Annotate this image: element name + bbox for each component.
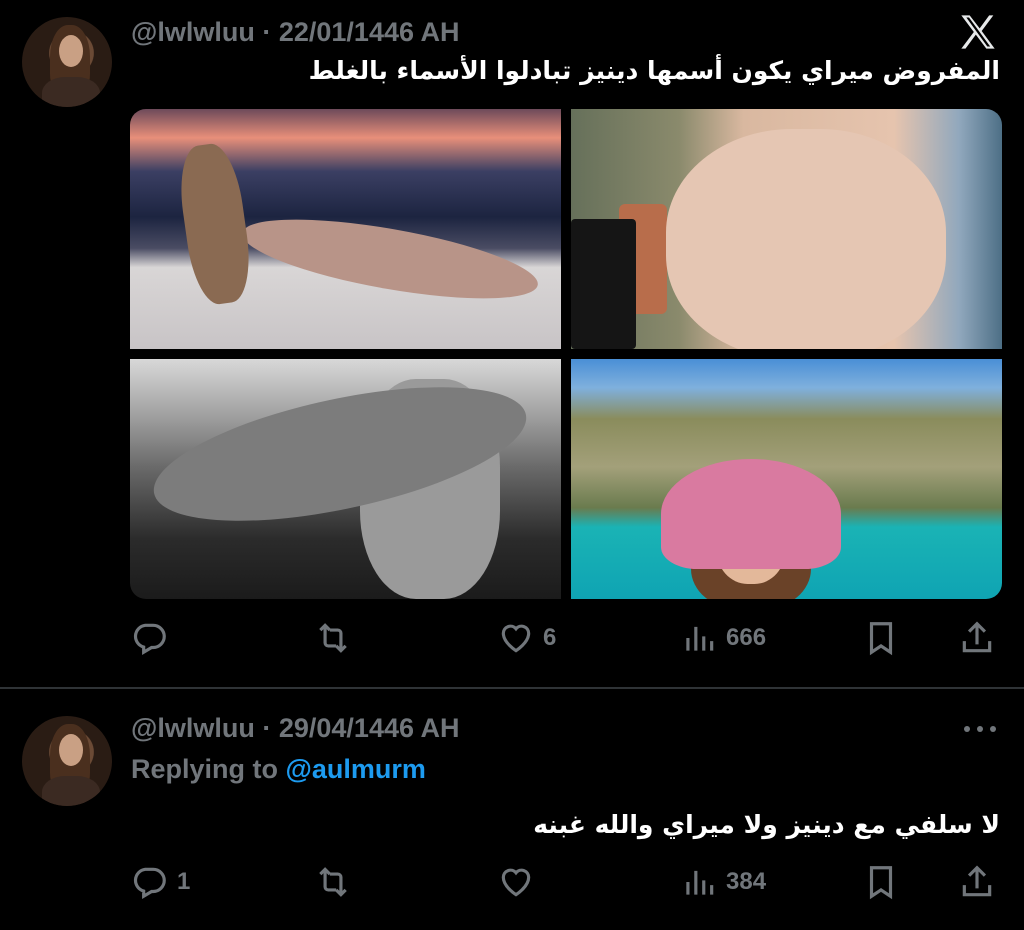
tweet-date[interactable]: 22/01/1446 AH [279, 17, 460, 47]
avatar[interactable] [22, 17, 112, 107]
views-count: 666 [726, 624, 767, 651]
separator-dot: · [262, 713, 272, 743]
views-button[interactable]: 384 [680, 858, 766, 906]
mention-link[interactable]: @aulmurm [286, 754, 426, 784]
reply-count: 1 [177, 868, 191, 895]
retweet-icon [319, 623, 347, 653]
views-icon [686, 870, 714, 895]
bookmark-button[interactable] [862, 858, 900, 906]
share-icon [962, 865, 992, 897]
avatar[interactable] [22, 716, 112, 806]
media-photo[interactable] [130, 109, 561, 349]
bookmark-icon [869, 622, 893, 656]
retweet-button[interactable] [314, 858, 360, 906]
bookmark-icon [869, 866, 893, 900]
share-icon [962, 621, 992, 653]
share-button[interactable] [958, 614, 996, 662]
reply-button[interactable] [131, 614, 177, 662]
tweet-text: المفروض ميراي يكون أسمها دينيز تبادلوا ا… [308, 56, 1000, 85]
share-button[interactable] [958, 858, 996, 906]
tweet-actions: 6 666 [0, 614, 1024, 662]
replying-to: Replying to @aulmurm [131, 754, 426, 785]
media-photo[interactable] [130, 359, 561, 599]
tweet-media-grid[interactable] [130, 109, 1002, 599]
tweet-date[interactable]: 29/04/1446 AH [279, 713, 460, 743]
tweet-text: لا سلفي مع دينيز ولا ميراي والله غبنه [533, 810, 1000, 839]
user-handle[interactable]: @lwlwluu [131, 713, 255, 743]
reply-icon [133, 867, 166, 900]
x-logo-icon [961, 15, 995, 49]
views-button[interactable]: 666 [680, 614, 766, 662]
retweet-button[interactable] [314, 614, 360, 662]
more-icon[interactable] [962, 724, 998, 734]
tweet[interactable]: @lwlwluu · 22/01/1446 AH المفروض ميراي ي… [0, 0, 1024, 688]
media-photo[interactable] [571, 359, 1002, 599]
reply-button[interactable]: 1 [131, 858, 190, 906]
separator-dot: · [262, 17, 272, 47]
views-count: 384 [726, 868, 767, 895]
divider [0, 687, 1024, 689]
retweet-icon [319, 867, 347, 897]
replying-prefix: Replying to [131, 754, 278, 784]
tweet-header: @lwlwluu · 22/01/1446 AH [131, 17, 460, 48]
bookmark-button[interactable] [862, 614, 900, 662]
heart-icon [501, 624, 531, 653]
heart-icon [501, 868, 531, 897]
media-photo[interactable] [571, 109, 1002, 349]
like-button[interactable]: 6 [497, 614, 556, 662]
tweet-actions: 1 384 [0, 858, 1024, 906]
views-icon [686, 626, 714, 651]
like-button[interactable] [497, 858, 543, 906]
like-count: 6 [543, 624, 557, 651]
reply-icon [133, 623, 166, 656]
user-handle[interactable]: @lwlwluu [131, 17, 255, 47]
tweet-header: @lwlwluu · 29/04/1446 AH [131, 713, 460, 744]
